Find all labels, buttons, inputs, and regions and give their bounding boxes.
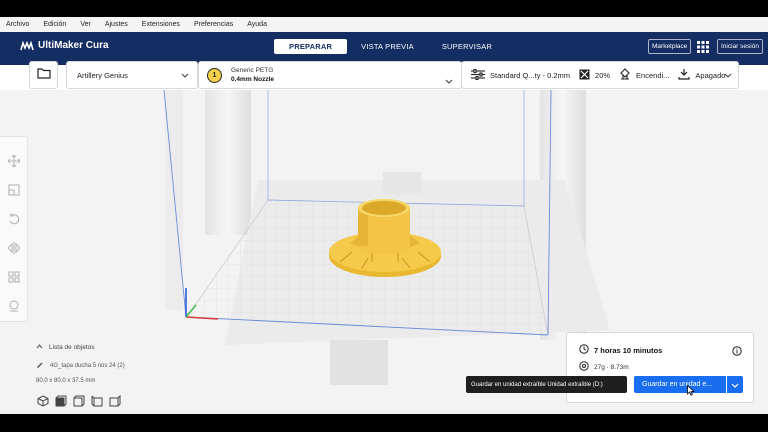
infill-icon (579, 69, 590, 82)
object-list-header[interactable]: Lista de objetos (36, 344, 125, 351)
view-orientation-buttons (37, 394, 121, 412)
tab-supervisar[interactable]: SUPERVISAR (428, 39, 506, 54)
signin-button[interactable]: Iniciar sesión (717, 39, 763, 54)
info-icon[interactable] (732, 343, 742, 361)
chevron-down-icon (724, 72, 732, 81)
view-left-icon[interactable] (91, 394, 103, 412)
app-logo: UltiMaker Cura (20, 40, 109, 51)
printer-selector[interactable]: Artillery Genius (66, 61, 198, 89)
menu-extensiones[interactable]: Extensiones (142, 21, 180, 28)
material-name: Generic PETG (231, 67, 274, 74)
frame-top-block (383, 172, 421, 194)
support-icon (619, 68, 631, 82)
adhesion-label: Apagado (695, 70, 726, 80)
open-file-button[interactable] (29, 61, 58, 89)
print-time-label: 7 horas 10 minutos (594, 345, 663, 355)
printer-name: Artillery Genius (77, 70, 128, 80)
list-item[interactable]: 4G_tapa ducha 5 nos 24 (2) (36, 361, 125, 371)
print-settings-selector[interactable]: Standard Q...ty - 0.2mm 20% Encendi... A… (461, 61, 739, 89)
view-3d-icon[interactable] (37, 394, 49, 412)
nozzle-size: 0.4mm Nozzle (231, 76, 274, 83)
menu-ver[interactable]: Ver (80, 21, 91, 28)
chevron-down-icon (731, 376, 739, 394)
support-label: Encendi... (636, 70, 670, 80)
chevron-down-icon (445, 72, 453, 90)
stage-tabs: PREPARAR VISTA PREVIA SUPERVISAR (274, 39, 506, 54)
frame-left-back (165, 90, 183, 310)
marketplace-button[interactable]: Marketplace (648, 39, 692, 54)
letterbox-bottom (0, 414, 768, 432)
adhesion-item: Apagado (678, 68, 725, 82)
tab-preparar[interactable]: PREPARAR (274, 39, 348, 54)
frame-front-block (330, 340, 388, 385)
menu-ajustes[interactable]: Ajustes (105, 21, 128, 28)
menu-ayuda[interactable]: Ayuda (247, 21, 267, 28)
app-name: UltiMaker Cura (38, 40, 109, 51)
sliders-icon (471, 68, 485, 82)
profile-label: Standard Q...ty - 0.2mm (490, 70, 571, 80)
menu-edicion[interactable]: Edición (43, 21, 66, 28)
extruder-badge: 1 (207, 67, 222, 83)
move-icon[interactable] (7, 154, 21, 168)
pencil-icon (36, 361, 44, 371)
object-name: 4G_tapa ducha 5 nos 24 (2) (50, 363, 125, 369)
view-top-icon[interactable] (73, 394, 85, 412)
material-usage-label: 27g · 8.73m (594, 363, 629, 371)
material-usage: 27g · 8.73m (579, 361, 629, 373)
object-dimensions: 80.0 x 80.0 x 37.5 mm (36, 378, 96, 384)
mouse-cursor-icon (687, 383, 696, 401)
view-front-icon[interactable] (55, 394, 67, 412)
menu-archivo[interactable]: Archivo (6, 21, 29, 28)
profile-item: Standard Q...ty - 0.2mm (471, 68, 571, 82)
rotate-icon[interactable] (7, 212, 21, 226)
material-text: Generic PETG 0.4mm Nozzle (231, 66, 274, 84)
print-time: 7 horas 10 minutos (579, 344, 662, 356)
folder-icon (36, 66, 51, 84)
app-header: UltiMaker Cura PREPARAR VISTA PREVIA SUP… (0, 32, 768, 60)
adhesion-icon (678, 68, 691, 82)
support-blocker-icon[interactable] (7, 299, 21, 313)
view-right-icon[interactable] (109, 394, 121, 412)
per-model-settings-icon[interactable] (7, 270, 21, 284)
tab-vista-previa[interactable]: VISTA PREVIA (347, 39, 428, 54)
scale-icon[interactable] (7, 183, 21, 197)
clock-icon (579, 344, 589, 356)
ultimaker-logo-icon (20, 40, 34, 51)
infill-label: 20% (595, 70, 611, 80)
mirror-icon[interactable] (7, 241, 21, 255)
grid-apps-icon[interactable] (697, 40, 709, 58)
letterbox-top (0, 0, 768, 17)
material-selector[interactable]: 1 Generic PETG 0.4mm Nozzle (198, 61, 462, 89)
chevron-down-icon (181, 72, 189, 81)
support-item: Encendi... (619, 68, 669, 82)
save-options-button[interactable] (727, 376, 743, 393)
chevron-up-icon (36, 344, 43, 351)
spool-icon (579, 361, 589, 373)
menu-bar: Archivo Edición Ver Ajustes Extensiones … (0, 17, 768, 32)
infill-item: 20% (579, 69, 610, 82)
save-tooltip: Guardar en unidad extraíble Unidad extra… (466, 376, 627, 393)
menu-preferencias[interactable]: Preferencias (194, 21, 233, 28)
object-list: Lista de objetos 4G_tapa ducha 5 nos 24 … (36, 344, 125, 384)
frame-left-upright (205, 90, 251, 235)
tool-panel (0, 136, 28, 322)
object-list-title: Lista de objetos (49, 344, 95, 351)
save-to-removable-button[interactable]: Guardar en unidad e... (634, 376, 726, 393)
